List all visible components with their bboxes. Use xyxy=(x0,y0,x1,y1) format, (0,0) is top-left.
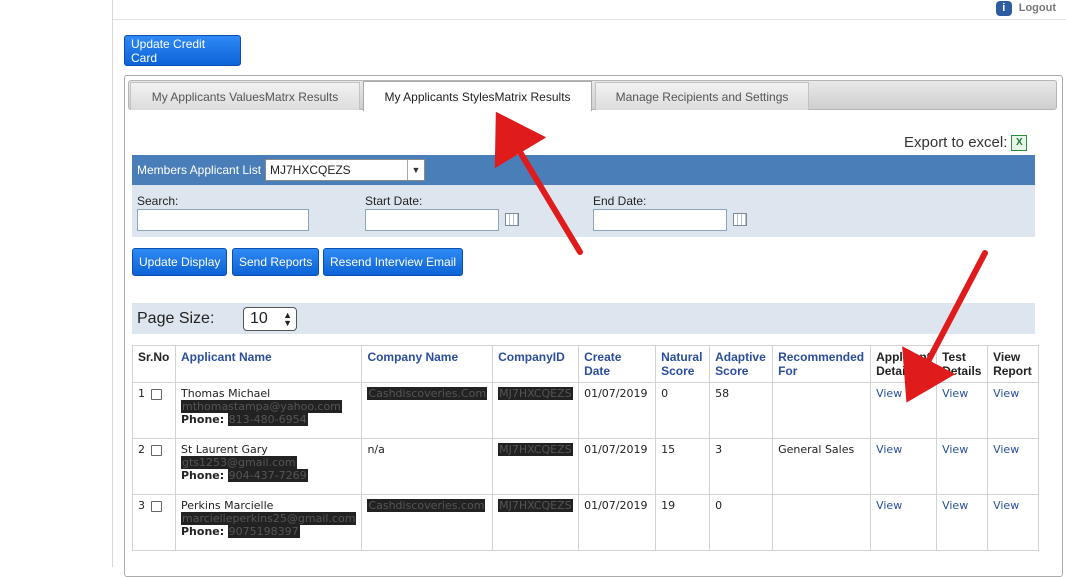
natural-score-cell: 19 xyxy=(655,494,711,551)
search-input[interactable] xyxy=(137,209,309,231)
row-number: 3 xyxy=(132,494,176,551)
row-number: 1 xyxy=(132,382,176,439)
send-reports-button[interactable]: Send Reports xyxy=(232,248,320,276)
end-date-input[interactable] xyxy=(593,209,727,231)
col-applicant-name[interactable]: Applicant Name xyxy=(174,345,363,383)
natural-score-cell: 15 xyxy=(655,438,711,495)
view-report-link[interactable]: View xyxy=(993,387,1019,400)
view-report-link[interactable]: View xyxy=(993,499,1019,512)
date-cell: 01/07/2019 xyxy=(578,494,657,551)
company-cell: Cashdiscoveries.com xyxy=(361,494,494,551)
col-test-details: Test Details xyxy=(936,345,989,383)
companyid-cell: MJ7HXCQEZS xyxy=(492,382,580,439)
applicant-phone: 904-437-7269 xyxy=(227,469,308,482)
applicant-email: gts1253@gmail.com xyxy=(181,456,297,469)
natural-score-cell: 0 xyxy=(655,382,711,439)
row-checkbox[interactable] xyxy=(150,388,162,400)
members-applicant-list-label: Members Applicant List xyxy=(137,163,262,177)
view-applicant-details-link[interactable]: View xyxy=(876,499,902,512)
members-selected-value: MJ7HXCQEZS xyxy=(270,163,351,177)
applicant-cell: St Laurent Gary gts1253@gmail.com Phone:… xyxy=(174,438,363,495)
view-test-details-link[interactable]: View xyxy=(942,443,968,456)
row-checkbox[interactable] xyxy=(150,500,162,512)
update-credit-card-button[interactable]: Update Credit Card xyxy=(124,35,241,66)
stepper-icon: ▲ ▼ xyxy=(283,310,292,328)
date-cell: 01/07/2019 xyxy=(578,382,657,439)
resend-interview-email-button[interactable]: Resend Interview Email xyxy=(323,248,464,276)
companyid-cell: MJ7HXCQEZS xyxy=(492,438,580,495)
col-view-report: View Report xyxy=(987,345,1040,383)
recommended-cell: General Sales xyxy=(772,438,872,495)
view-test-details-link[interactable]: View xyxy=(942,387,968,400)
col-adaptive-score[interactable]: Adaptive Score xyxy=(709,345,774,383)
table-row: 1 Thomas Michael mthomastampa@yahoo.com … xyxy=(132,382,1040,439)
companyid-cell: MJ7HXCQEZS xyxy=(492,494,580,551)
start-date-label: Start Date: xyxy=(365,194,423,208)
excel-icon[interactable]: X xyxy=(1011,134,1028,151)
page-size-bar: Page Size: 10 ▲ ▼ xyxy=(132,303,1035,334)
export-to-excel[interactable]: Export to excel: X xyxy=(904,134,1028,151)
end-date-label: End Date: xyxy=(593,194,647,208)
col-natural-score[interactable]: Natural Score xyxy=(655,345,711,383)
applicant-email: marcielleperkins25@gmail.com xyxy=(181,512,357,525)
tab-valuesmatrx-results[interactable]: My Applicants ValuesMatrx Results xyxy=(130,82,360,110)
start-date-input[interactable] xyxy=(365,209,499,231)
export-label: Export to excel: xyxy=(904,134,1008,151)
adaptive-score-cell: 58 xyxy=(709,382,774,439)
chevron-down-icon[interactable]: ▼ xyxy=(407,160,424,180)
recommended-cell xyxy=(772,382,872,439)
members-applicant-select[interactable]: MJ7HXCQEZS ▼ xyxy=(265,159,425,181)
logout-label: Logout xyxy=(1018,2,1056,14)
page-size-select[interactable]: 10 ▲ ▼ xyxy=(243,307,297,331)
col-company-name[interactable]: Company Name xyxy=(361,345,494,383)
phone-label: Phone: xyxy=(181,413,225,426)
page-size-value: 10 xyxy=(250,310,268,327)
update-display-button[interactable]: Update Display xyxy=(132,248,228,276)
table-row: 3 Perkins Marcielle marcielleperkins25@g… xyxy=(132,494,1040,551)
date-cell: 01/07/2019 xyxy=(578,438,657,495)
applicant-phone: 9075198397 xyxy=(227,525,300,538)
applicants-table: Sr.No Applicant Name Company Name Compan… xyxy=(132,345,1040,551)
top-bar: i Logout xyxy=(113,0,1066,20)
applicant-email: mthomastampa@yahoo.com xyxy=(181,400,342,413)
col-srno: Sr.No xyxy=(132,345,176,383)
calendar-icon[interactable] xyxy=(505,213,519,226)
adaptive-score-cell: 0 xyxy=(709,494,774,551)
recommended-cell xyxy=(772,494,872,551)
col-recommended-for[interactable]: Recommended For xyxy=(772,345,872,383)
page-size-label: Page Size: xyxy=(137,310,215,327)
company-cell: n/a xyxy=(361,438,494,495)
table-row: 2 St Laurent Gary gts1253@gmail.com Phon… xyxy=(132,438,1040,495)
col-companyid[interactable]: CompanyID xyxy=(492,345,580,383)
row-number: 2 xyxy=(132,438,176,495)
view-report-link[interactable]: View xyxy=(993,443,1019,456)
adaptive-score-cell: 3 xyxy=(709,438,774,495)
tab-stylesmatrix-results[interactable]: My Applicants StylesMatrix Results xyxy=(363,81,592,111)
phone-label: Phone: xyxy=(181,469,225,482)
applicant-phone: 813-480-6954 xyxy=(227,413,308,426)
view-test-details-link[interactable]: View xyxy=(942,499,968,512)
col-create-date[interactable]: Create Date xyxy=(578,345,657,383)
applicant-cell: Perkins Marcielle marcielleperkins25@gma… xyxy=(174,494,363,551)
table-header-row: Sr.No Applicant Name Company Name Compan… xyxy=(132,345,1040,383)
applicant-name: Perkins Marcielle xyxy=(181,499,274,512)
phone-label: Phone: xyxy=(181,525,225,538)
company-cell: Cashdiscoveries.Com xyxy=(361,382,494,439)
applicant-name: St Laurent Gary xyxy=(181,443,268,456)
tab-manage-recipients[interactable]: Manage Recipients and Settings xyxy=(595,82,809,110)
view-applicant-details-link[interactable]: View xyxy=(876,443,902,456)
calendar-icon[interactable] xyxy=(733,213,747,226)
col-applicant-details: Applicant Details xyxy=(870,345,938,383)
info-icon: i xyxy=(995,0,1012,16)
row-checkbox[interactable] xyxy=(150,444,162,456)
view-applicant-details-link[interactable]: View xyxy=(876,387,902,400)
search-label: Search: xyxy=(137,194,179,208)
logout-link[interactable]: i Logout xyxy=(995,0,1056,16)
left-gutter xyxy=(0,0,113,567)
applicant-name: Thomas Michael xyxy=(181,387,271,400)
applicant-cell: Thomas Michael mthomastampa@yahoo.com Ph… xyxy=(174,382,363,439)
